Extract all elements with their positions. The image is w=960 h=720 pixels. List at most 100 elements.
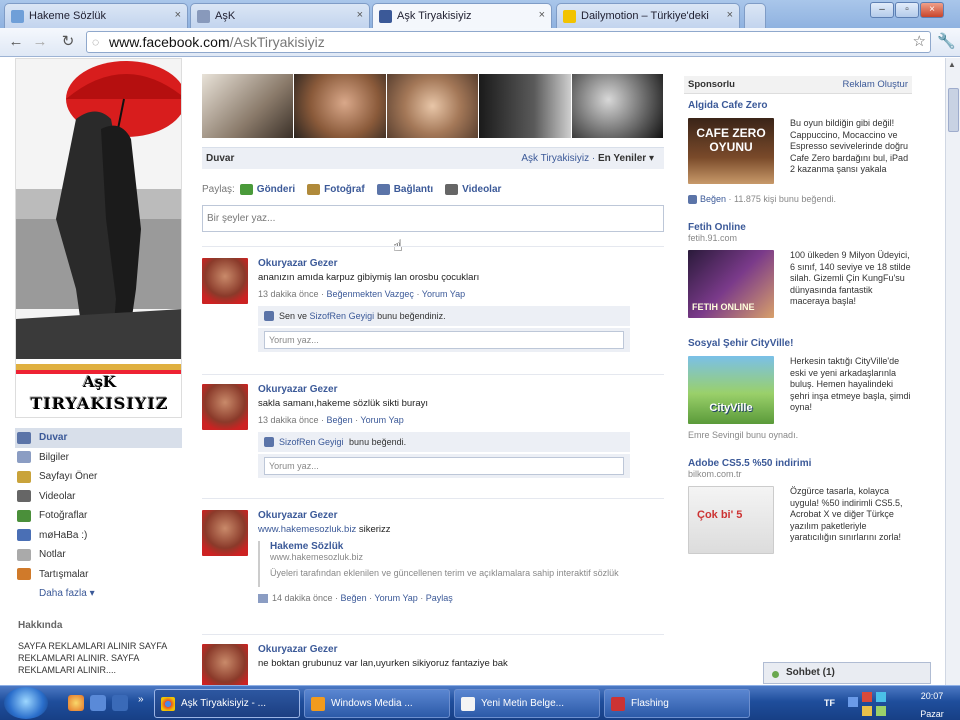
unlike-link[interactable]: Beğenmekten Vazgeç: [327, 289, 414, 299]
comment-link[interactable]: Yorum Yap: [422, 289, 465, 299]
sidebar-more-link[interactable]: Daha fazla ▾: [15, 584, 182, 604]
share-video-button[interactable]: Videolar: [445, 183, 501, 195]
start-button[interactable]: [4, 687, 48, 719]
ad-image[interactable]: CAFE ZERO OYUNU: [688, 118, 774, 184]
comment-link[interactable]: Yorum Yap: [374, 593, 417, 603]
maximize-button[interactable]: ▫: [895, 2, 919, 18]
share-status-button[interactable]: Gönderi: [239, 183, 295, 195]
taskbar-button-flashing[interactable]: Flashing: [604, 689, 750, 718]
ad-item[interactable]: Fetih Online fetih.91.com FETIH ONLINE 1…: [688, 222, 912, 332]
tab-ask-tiryakisiyiz[interactable]: Aşk Tiryakisiyiz ×: [372, 3, 552, 28]
tray-icon[interactable]: [862, 692, 872, 702]
shared-link-preview[interactable]: Hakeme Sözlük www.hakemesozluk.biz Üyele…: [258, 541, 664, 587]
ad-image[interactable]: FETIH ONLINE: [688, 250, 774, 318]
comment-input[interactable]: Yorum yaz...: [264, 457, 624, 475]
avatar[interactable]: [202, 258, 248, 304]
quicklaunch-expand-icon[interactable]: »: [138, 694, 144, 705]
post-author[interactable]: Okuryazar Gezer: [258, 644, 664, 655]
sidebar-item-merhaba[interactable]: møHaBa :): [15, 526, 182, 546]
close-icon[interactable]: ×: [175, 9, 181, 21]
scrollbar-thumb[interactable]: [948, 88, 959, 132]
avatar[interactable]: [202, 384, 248, 430]
sidebar-item-videos[interactable]: Videolar: [15, 487, 182, 507]
ad-title[interactable]: Fetih Online: [688, 222, 912, 233]
sidebar-item-info[interactable]: Bilgiler: [15, 448, 182, 468]
ad-title[interactable]: Adobe CS5.5 %50 indirimi: [688, 458, 912, 469]
clock[interactable]: 20:07 Pazar: [912, 690, 952, 720]
liker-name[interactable]: SizofRen Geyigi: [310, 311, 375, 321]
avatar[interactable]: [202, 644, 248, 685]
volume-icon[interactable]: [876, 706, 886, 716]
strip-photo[interactable]: [386, 74, 480, 138]
share-option-label: Fotoğraf: [324, 183, 365, 195]
ad-title[interactable]: Sosyal Şehir CityVille!: [688, 338, 912, 349]
explorer-quicklaunch-icon[interactable]: [90, 695, 106, 711]
reload-icon[interactable]: ↻: [58, 32, 78, 52]
sidebar-item-photos[interactable]: Fotoğraflar: [15, 506, 182, 526]
close-window-button[interactable]: ×: [920, 2, 944, 18]
post-link[interactable]: www.hakemesozluk.biz: [258, 524, 356, 535]
close-icon[interactable]: ×: [539, 9, 545, 21]
liker-name[interactable]: SizofRen Geyigi: [279, 437, 344, 447]
desktop-quicklaunch-icon[interactable]: [112, 695, 128, 711]
ad-like-link[interactable]: Beğen: [700, 194, 726, 204]
tab-dailymotion[interactable]: Dailymotion – Türkiye'deki ×: [556, 3, 740, 28]
status-composer-input[interactable]: Bir şeyler yaz...: [202, 205, 664, 232]
avatar[interactable]: [202, 510, 248, 556]
sidebar-item-wall[interactable]: Duvar: [15, 428, 182, 448]
post-time[interactable]: 14 dakika önce: [272, 593, 333, 603]
create-ad-link[interactable]: Reklam Oluştur: [843, 79, 908, 90]
shared-title[interactable]: Hakeme Sözlük: [270, 541, 664, 552]
tab-hakeme-sozluk[interactable]: Hakeme Sözlük ×: [4, 3, 188, 28]
ad-title[interactable]: Algida Cafe Zero: [688, 100, 912, 111]
post-message: ne boktan grubunuz var lan,uyurken sikiy…: [258, 658, 508, 669]
tray-icon[interactable]: [862, 706, 872, 716]
new-tab-button[interactable]: [744, 3, 766, 28]
post-time[interactable]: 13 dakika önce: [258, 289, 319, 299]
wrench-icon[interactable]: 🔧: [937, 32, 956, 50]
ad-item[interactable]: Sosyal Şehir CityVille! CityVille Herkes…: [688, 338, 912, 450]
browser-quicklaunch-icon[interactable]: [68, 695, 84, 711]
share-link[interactable]: Paylaş: [426, 593, 453, 603]
comment-input[interactable]: Yorum yaz...: [264, 331, 624, 349]
language-indicator[interactable]: TF: [824, 698, 835, 708]
post-author[interactable]: Okuryazar Gezer: [258, 384, 664, 395]
close-icon[interactable]: ×: [727, 9, 733, 21]
sidebar-item-suggest[interactable]: Sayfayı Öner: [15, 467, 182, 487]
post-author[interactable]: Okuryazar Gezer: [258, 258, 664, 269]
ad-item[interactable]: Adobe CS5.5 %50 indirimi bilkom.com.tr Ç…: [688, 458, 912, 568]
close-icon[interactable]: ×: [357, 9, 363, 21]
sidebar-item-notes[interactable]: Notlar: [15, 545, 182, 565]
strip-photo[interactable]: [479, 74, 572, 138]
strip-photo[interactable]: [571, 74, 665, 138]
tray-icon[interactable]: [876, 692, 886, 702]
strip-photo[interactable]: [202, 74, 295, 138]
strip-photo[interactable]: [294, 74, 387, 138]
post-time[interactable]: 13 dakika önce: [258, 415, 319, 425]
wall-filter[interactable]: Aşk Tiryakisiyiz · En Yeniler ▾: [521, 153, 654, 164]
forward-arrow-icon[interactable]: →: [30, 32, 50, 52]
post-author[interactable]: Okuryazar Gezer: [258, 510, 664, 521]
back-arrow-icon[interactable]: ←: [6, 32, 26, 52]
page-scrollbar[interactable]: ▲: [945, 58, 960, 685]
like-link[interactable]: Beğen: [341, 593, 367, 603]
scroll-up-icon[interactable]: ▲: [948, 60, 956, 69]
taskbar-button-notepad[interactable]: Yeni Metin Belge...: [454, 689, 600, 718]
share-photo-button[interactable]: Fotoğraf: [307, 183, 365, 195]
profile-picture[interactable]: AşK TIRYAKISIYIZ: [15, 58, 182, 418]
minimize-button[interactable]: –: [870, 2, 894, 18]
tab-ask[interactable]: AşK ×: [190, 3, 370, 28]
chat-bar[interactable]: Sohbet (1): [763, 662, 931, 684]
taskbar-button-browser[interactable]: Aşk Tiryakisiyiz - ...: [154, 689, 300, 718]
ad-image[interactable]: CityVille: [688, 356, 774, 424]
comment-link[interactable]: Yorum Yap: [360, 415, 403, 425]
address-bar[interactable]: ◌ www.facebook.com/AskTiryakisiyiz ☆: [86, 31, 931, 53]
sidebar-item-discussions[interactable]: Tartışmalar: [15, 565, 182, 585]
bookmark-star-icon[interactable]: ☆: [913, 32, 926, 52]
like-link[interactable]: Beğen: [327, 415, 353, 425]
tray-icon[interactable]: [848, 697, 858, 707]
ad-image[interactable]: Çok bi' 5: [688, 486, 774, 554]
taskbar-button-media[interactable]: Windows Media ...: [304, 689, 450, 718]
ad-item[interactable]: Algida Cafe Zero CAFE ZERO OYUNU Bu oyun…: [688, 100, 912, 218]
share-link-button[interactable]: Bağlantı: [376, 183, 433, 195]
